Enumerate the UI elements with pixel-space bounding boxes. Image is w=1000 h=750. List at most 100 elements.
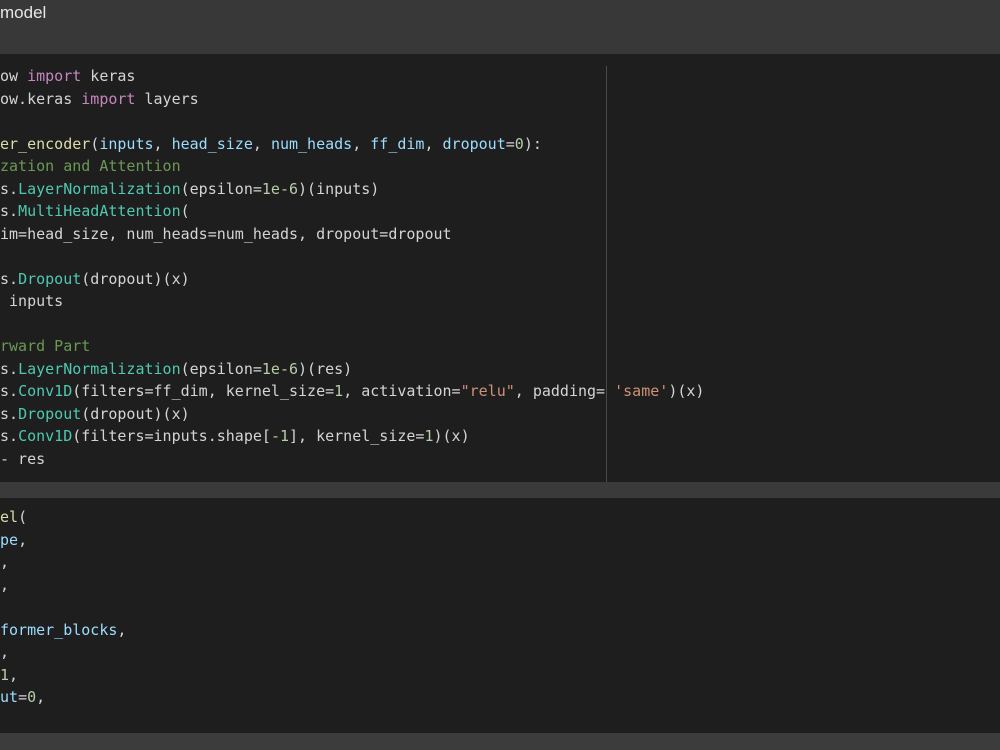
code-line: el( [0, 506, 27, 529]
code-token: 1 [334, 382, 344, 400]
code-token: , [424, 134, 443, 153]
code-token: )(x) [433, 427, 470, 445]
code-token: pe [0, 530, 19, 549]
code-line: s.LayerNormalization(epsilon=1e-6)(input… [0, 178, 379, 201]
page-title: model [0, 3, 47, 22]
code-token: 1 [424, 427, 434, 445]
code-cell-1[interactable]: ow import keras ow.keras import layers er_… [0, 54, 1000, 482]
code-token: 1e-6 [261, 359, 299, 378]
header-bar: model [0, 0, 1000, 54]
column-ruler [606, 66, 607, 482]
code-token: zation and Attention [0, 157, 181, 175]
code-token: former_blocks [0, 620, 118, 639]
code-token: , [117, 620, 127, 639]
code-token: s. [0, 202, 19, 220]
code-token: s. [0, 179, 19, 198]
code-token: (filters=inputs.shape[ [72, 427, 271, 445]
code-line: pe, [0, 529, 27, 552]
code-token: (epsilon= [180, 179, 262, 198]
code-line: inputs [0, 290, 63, 313]
code-token: , [36, 688, 46, 706]
code-token: s. [0, 404, 19, 423]
code-token: s. [0, 359, 19, 378]
code-line: s.LayerNormalization(epsilon=1e-6)(res) [0, 358, 352, 381]
code-cell-2[interactable]: el(pe,,, former_blocks,, 1, ut=0, [0, 498, 1000, 733]
code-token: head_size [171, 134, 253, 153]
code-token: 0 [514, 134, 524, 153]
code-line: ow.keras import layers [0, 88, 199, 111]
code-token: num_heads [270, 134, 353, 153]
code-token: import [27, 67, 82, 85]
code-line: - res [0, 448, 45, 471]
code-token: ow [0, 67, 28, 85]
code-token: (dropout)(x) [81, 269, 190, 288]
code-token: )(x) [668, 382, 705, 400]
code-token: ], kernel_size= [289, 427, 425, 445]
code-line: , [0, 551, 9, 574]
code-token: el [0, 508, 19, 526]
code-token: s. [0, 269, 19, 288]
code-token: dropout [442, 134, 506, 153]
code-token: layers [135, 89, 199, 108]
code-token: , [18, 530, 28, 549]
code-token: LayerNormalization [18, 179, 181, 198]
code-line: former_blocks, [0, 619, 126, 642]
code-token: , [0, 643, 10, 661]
code-token: , [0, 575, 10, 594]
bottom-bar [0, 733, 1000, 750]
code-token: , [153, 134, 172, 153]
code-token: = [505, 134, 515, 153]
code-token: ow.keras [0, 89, 82, 108]
code-token: Conv1D [18, 382, 73, 400]
code-token: - res [0, 449, 46, 468]
code-token: (dropout)(x) [81, 404, 190, 423]
code-token: rward Part [0, 337, 91, 355]
code-line: s.MultiHeadAttention( [0, 200, 190, 223]
code-token: im=head_size, num_heads=num_heads, dropo… [0, 224, 452, 243]
code-token: er_encoder [0, 134, 91, 153]
code-token: MultiHeadAttention [18, 202, 181, 220]
code-token: Dropout [18, 404, 82, 423]
code-token: )(inputs) [298, 179, 380, 198]
code-token: , activation= [343, 382, 461, 400]
code-token: s. [0, 427, 19, 445]
code-token: ff_dim [370, 134, 425, 153]
code-line: im=head_size, num_heads=num_heads, dropo… [0, 223, 452, 246]
code-token: , [352, 134, 371, 153]
code-token: , padding= [514, 382, 615, 400]
code-token: = [18, 688, 28, 706]
code-token: (epsilon= [180, 359, 262, 378]
code-token: ( [18, 508, 28, 526]
code-token: import [81, 89, 136, 108]
code-token: s. [0, 382, 19, 400]
code-line: , [0, 574, 9, 597]
code-token: Conv1D [18, 427, 73, 445]
code-token: (filters=ff_dim, kernel_size= [72, 382, 335, 400]
code-line: er_encoder(inputs, head_size, num_heads,… [0, 133, 542, 156]
notebook-page: model ow import keras ow.keras import lay… [0, 0, 1000, 750]
code-token: 'same' [614, 382, 669, 400]
code-token: inputs [99, 134, 154, 153]
code-line: s.Dropout(dropout)(x) [0, 268, 190, 291]
code-token: , [9, 665, 19, 684]
code-token: LayerNormalization [18, 359, 181, 378]
code-line: 1, [0, 664, 18, 687]
code-token: ( [90, 134, 100, 153]
code-token: 0 [27, 688, 37, 706]
code-line: , [0, 641, 9, 664]
cell-separator [0, 482, 1000, 498]
code-token: -1 [270, 427, 289, 445]
code-token: inputs [0, 292, 64, 310]
code-token: keras [81, 67, 136, 85]
code-token: "relu" [460, 382, 515, 400]
code-token: , [252, 134, 271, 153]
code-line: zation and Attention [0, 155, 181, 178]
code-token: , [0, 553, 10, 571]
code-token: )(res) [298, 359, 353, 378]
code-token: 1 [0, 665, 10, 684]
code-line: s.Conv1D(filters=ff_dim, kernel_size=1, … [0, 380, 704, 403]
code-line: ow import keras [0, 65, 135, 88]
code-token: Dropout [18, 269, 82, 288]
code-line: ut=0, [0, 686, 45, 709]
code-token: ut [0, 688, 19, 706]
